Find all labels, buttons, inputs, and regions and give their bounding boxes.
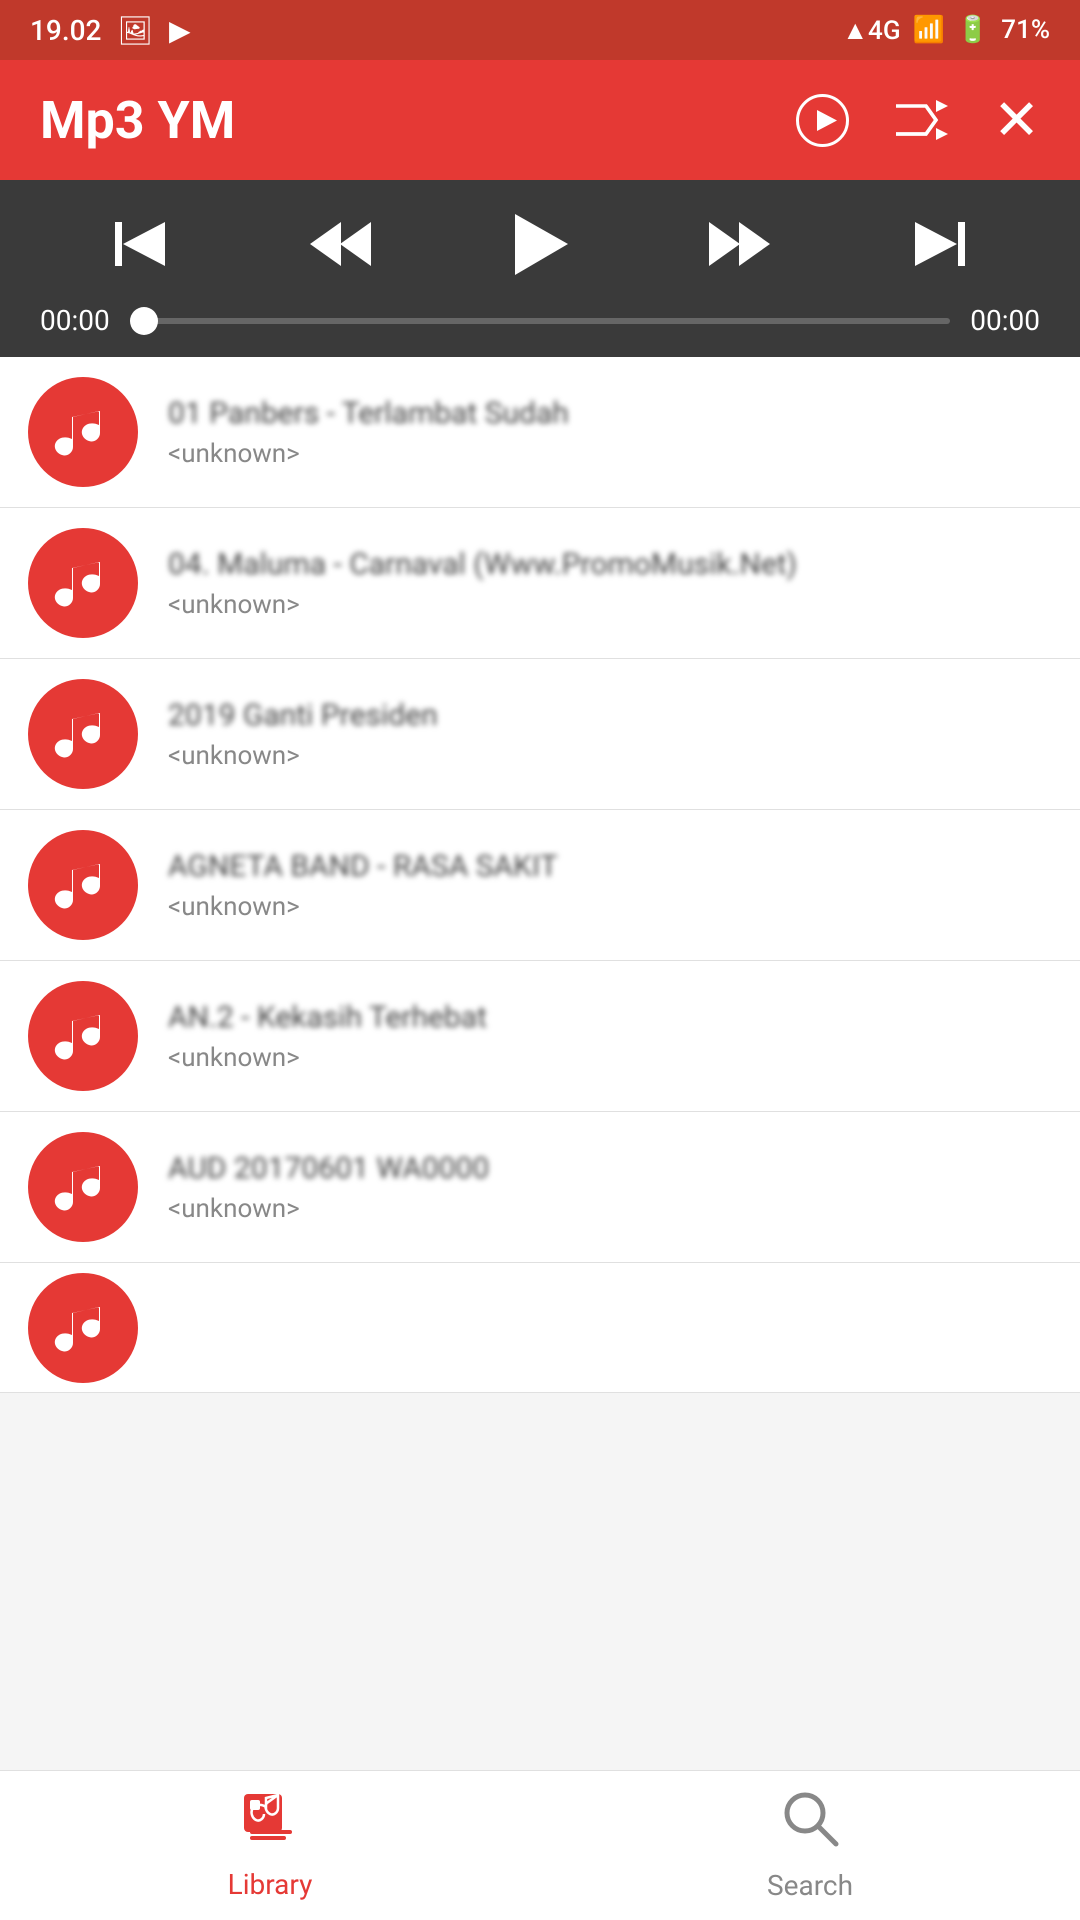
player-section: 00:00 00:00 — [0, 180, 1080, 357]
time-current: 00:00 — [40, 304, 110, 337]
song-item-6[interactable] — [0, 1263, 1080, 1393]
song-item-0[interactable]: 01 Panbers - Terlambat Sudah <unknown> — [0, 357, 1080, 508]
song-item-2[interactable]: 2019 Ganti Presiden <unknown> — [0, 659, 1080, 810]
skip-next-button[interactable] — [900, 204, 980, 284]
song-artist-5: <unknown> — [168, 1194, 1052, 1224]
song-artist-1: <unknown> — [168, 590, 1052, 620]
bottom-nav: Library Search — [0, 1770, 1080, 1920]
progress-bar[interactable] — [130, 318, 951, 324]
play-circle-button[interactable] — [795, 93, 850, 148]
song-art-3 — [28, 830, 138, 940]
search-icon — [781, 1789, 839, 1861]
app-bar: Mp3 YM ✕ — [0, 60, 1080, 180]
progress-dot[interactable] — [130, 307, 158, 335]
song-artist-0: <unknown> — [168, 439, 1052, 469]
time-total: 00:00 — [970, 304, 1040, 337]
song-info-1: 04. Maluma - Carnaval (Www.PromoMusik.Ne… — [168, 547, 1052, 620]
song-info-4: AN.2 - Kekasih Terhebat <unknown> — [168, 1000, 1052, 1073]
song-info-2: 2019 Ganti Presiden <unknown> — [168, 698, 1052, 771]
skip-previous-button[interactable] — [100, 204, 180, 284]
status-time: 19.02 — [30, 14, 101, 47]
song-art-6 — [28, 1273, 138, 1383]
signal-icon: 📶 — [913, 15, 945, 45]
song-art-0 — [28, 377, 138, 487]
transport-controls — [40, 204, 1040, 284]
library-label: Library — [228, 1868, 313, 1901]
battery-percent: 71% — [1001, 15, 1050, 45]
app-title: Mp3 YM — [40, 90, 235, 151]
song-item-5[interactable]: AUD 20170601 WA0000 <unknown> — [0, 1112, 1080, 1263]
song-title-0: 01 Panbers - Terlambat Sudah — [168, 396, 1052, 431]
network-icon: ▲4G — [842, 15, 900, 46]
song-item-4[interactable]: AN.2 - Kekasih Terhebat <unknown> — [0, 961, 1080, 1112]
notification-icon: 🖼 — [117, 14, 153, 47]
song-art-5 — [28, 1132, 138, 1242]
song-art-2 — [28, 679, 138, 789]
rewind-button[interactable] — [300, 204, 380, 284]
library-icon — [240, 1790, 300, 1860]
play-indicator-icon: ▶ — [169, 14, 191, 47]
song-title-2: 2019 Ganti Presiden — [168, 698, 1052, 733]
nav-search[interactable]: Search — [540, 1771, 1080, 1920]
song-artist-4: <unknown> — [168, 1043, 1052, 1073]
song-info-0: 01 Panbers - Terlambat Sudah <unknown> — [168, 396, 1052, 469]
song-list: 01 Panbers - Terlambat Sudah <unknown> 0… — [0, 357, 1080, 1393]
song-info-3: AGNETA BAND - RASA SAKIT <unknown> — [168, 849, 1052, 922]
status-bar: 19.02 🖼 ▶ ▲4G 📶 🔋 71% — [0, 0, 1080, 60]
song-title-1: 04. Maluma - Carnaval (Www.PromoMusik.Ne… — [168, 547, 1052, 582]
fast-forward-button[interactable] — [700, 204, 780, 284]
search-label: Search — [767, 1869, 853, 1902]
song-art-1 — [28, 528, 138, 638]
song-title-3: AGNETA BAND - RASA SAKIT — [168, 849, 1052, 884]
song-artist-3: <unknown> — [168, 892, 1052, 922]
shuffle-button[interactable] — [894, 98, 949, 143]
close-button[interactable]: ✕ — [993, 87, 1040, 153]
battery-icon: 🔋 — [957, 15, 989, 45]
song-artist-2: <unknown> — [168, 741, 1052, 771]
nav-library[interactable]: Library — [0, 1771, 540, 1920]
song-item-3[interactable]: AGNETA BAND - RASA SAKIT <unknown> — [0, 810, 1080, 961]
song-info-5: AUD 20170601 WA0000 <unknown> — [168, 1151, 1052, 1224]
song-title-5: AUD 20170601 WA0000 — [168, 1151, 1052, 1186]
song-title-4: AN.2 - Kekasih Terhebat — [168, 1000, 1052, 1035]
play-pause-button[interactable] — [500, 204, 580, 284]
song-art-4 — [28, 981, 138, 1091]
song-item-1[interactable]: 04. Maluma - Carnaval (Www.PromoMusik.Ne… — [0, 508, 1080, 659]
progress-container: 00:00 00:00 — [40, 304, 1040, 337]
